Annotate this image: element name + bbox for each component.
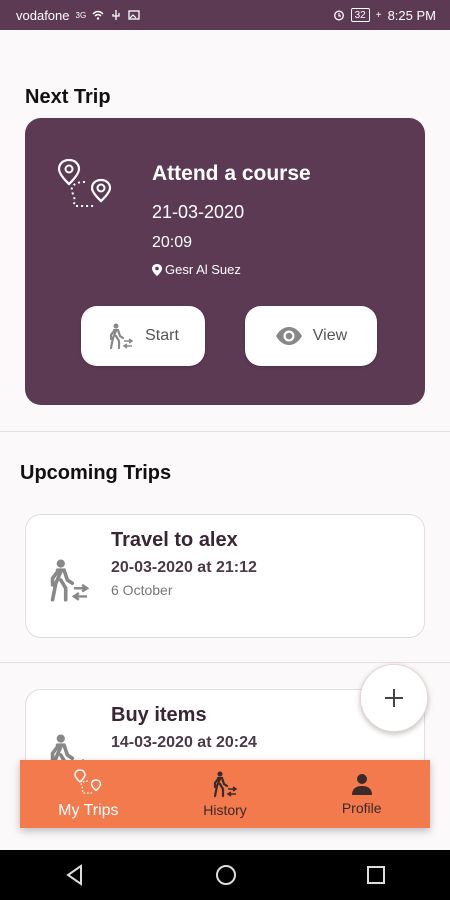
trip-card[interactable]: Travel to alex 20-03-2020 at 21:12 6 Oct…: [25, 514, 425, 638]
trip-title: Travel to alex: [111, 529, 238, 551]
view-button-label: View: [312, 327, 348, 344]
nav-label-my-trips: My Trips: [58, 802, 119, 819]
walking-icon: [109, 323, 134, 350]
next-trip-location-label: Gesr Al Suez: [165, 262, 241, 277]
view-button[interactable]: View: [245, 306, 377, 366]
start-button[interactable]: Start: [81, 306, 205, 366]
section-divider: [0, 662, 450, 663]
next-trip-heading: Next Trip: [25, 86, 111, 108]
nav-label-history: History: [203, 802, 247, 818]
nav-item-history[interactable]: History: [157, 760, 294, 828]
trip-title: Buy items: [111, 704, 207, 726]
route-icon: [74, 769, 102, 794]
eye-icon: [275, 327, 302, 345]
walking-icon: [50, 559, 90, 602]
usb-icon: [112, 10, 120, 20]
trip-datetime: 14-03-2020 at 20:24: [111, 734, 257, 751]
alarm-icon: [333, 10, 344, 21]
clock: 8:25 PM: [387, 7, 436, 23]
person-icon: [351, 774, 372, 795]
back-icon[interactable]: [64, 864, 86, 886]
section-divider: [0, 431, 450, 432]
trip-datetime: 20-03-2020 at 21:12: [111, 559, 257, 576]
carrier-label: vodafone: [16, 7, 70, 23]
battery-level: 32: [354, 9, 366, 21]
start-button-label: Start: [145, 327, 179, 344]
status-bar: vodafone 3G 32 + 8:25 PM: [0, 0, 450, 30]
plus-icon: [385, 689, 403, 707]
bottom-navigation: My Trips History Profile: [20, 760, 430, 828]
nav-item-my-trips[interactable]: My Trips: [20, 760, 157, 828]
next-trip-location: Gesr Al Suez: [152, 262, 241, 277]
battery-icon: 32: [350, 8, 370, 22]
charging-icon: +: [375, 9, 382, 21]
system-navigation-bar: [0, 850, 450, 900]
next-trip-time: 20:09: [152, 234, 193, 251]
trip-location: 6 October: [111, 582, 173, 598]
nav-label-profile: Profile: [341, 800, 382, 816]
nav-item-profile[interactable]: Profile: [293, 760, 430, 828]
location-pin-icon: [152, 263, 162, 276]
route-icon: [57, 158, 112, 207]
image-icon: [128, 10, 140, 20]
wifi-icon: [92, 10, 104, 20]
add-trip-button[interactable]: [360, 664, 428, 732]
next-trip-card[interactable]: Attend a course 21-03-2020 20:09 Gesr Al…: [25, 118, 425, 405]
upcoming-trips-heading: Upcoming Trips: [20, 462, 172, 484]
network-type: 3G: [75, 10, 87, 20]
next-trip-date: 21-03-2020: [152, 202, 245, 222]
home-icon[interactable]: [215, 864, 237, 886]
recents-icon[interactable]: [366, 865, 386, 885]
walking-icon: [213, 771, 238, 798]
next-trip-title: Attend a course: [152, 162, 311, 185]
